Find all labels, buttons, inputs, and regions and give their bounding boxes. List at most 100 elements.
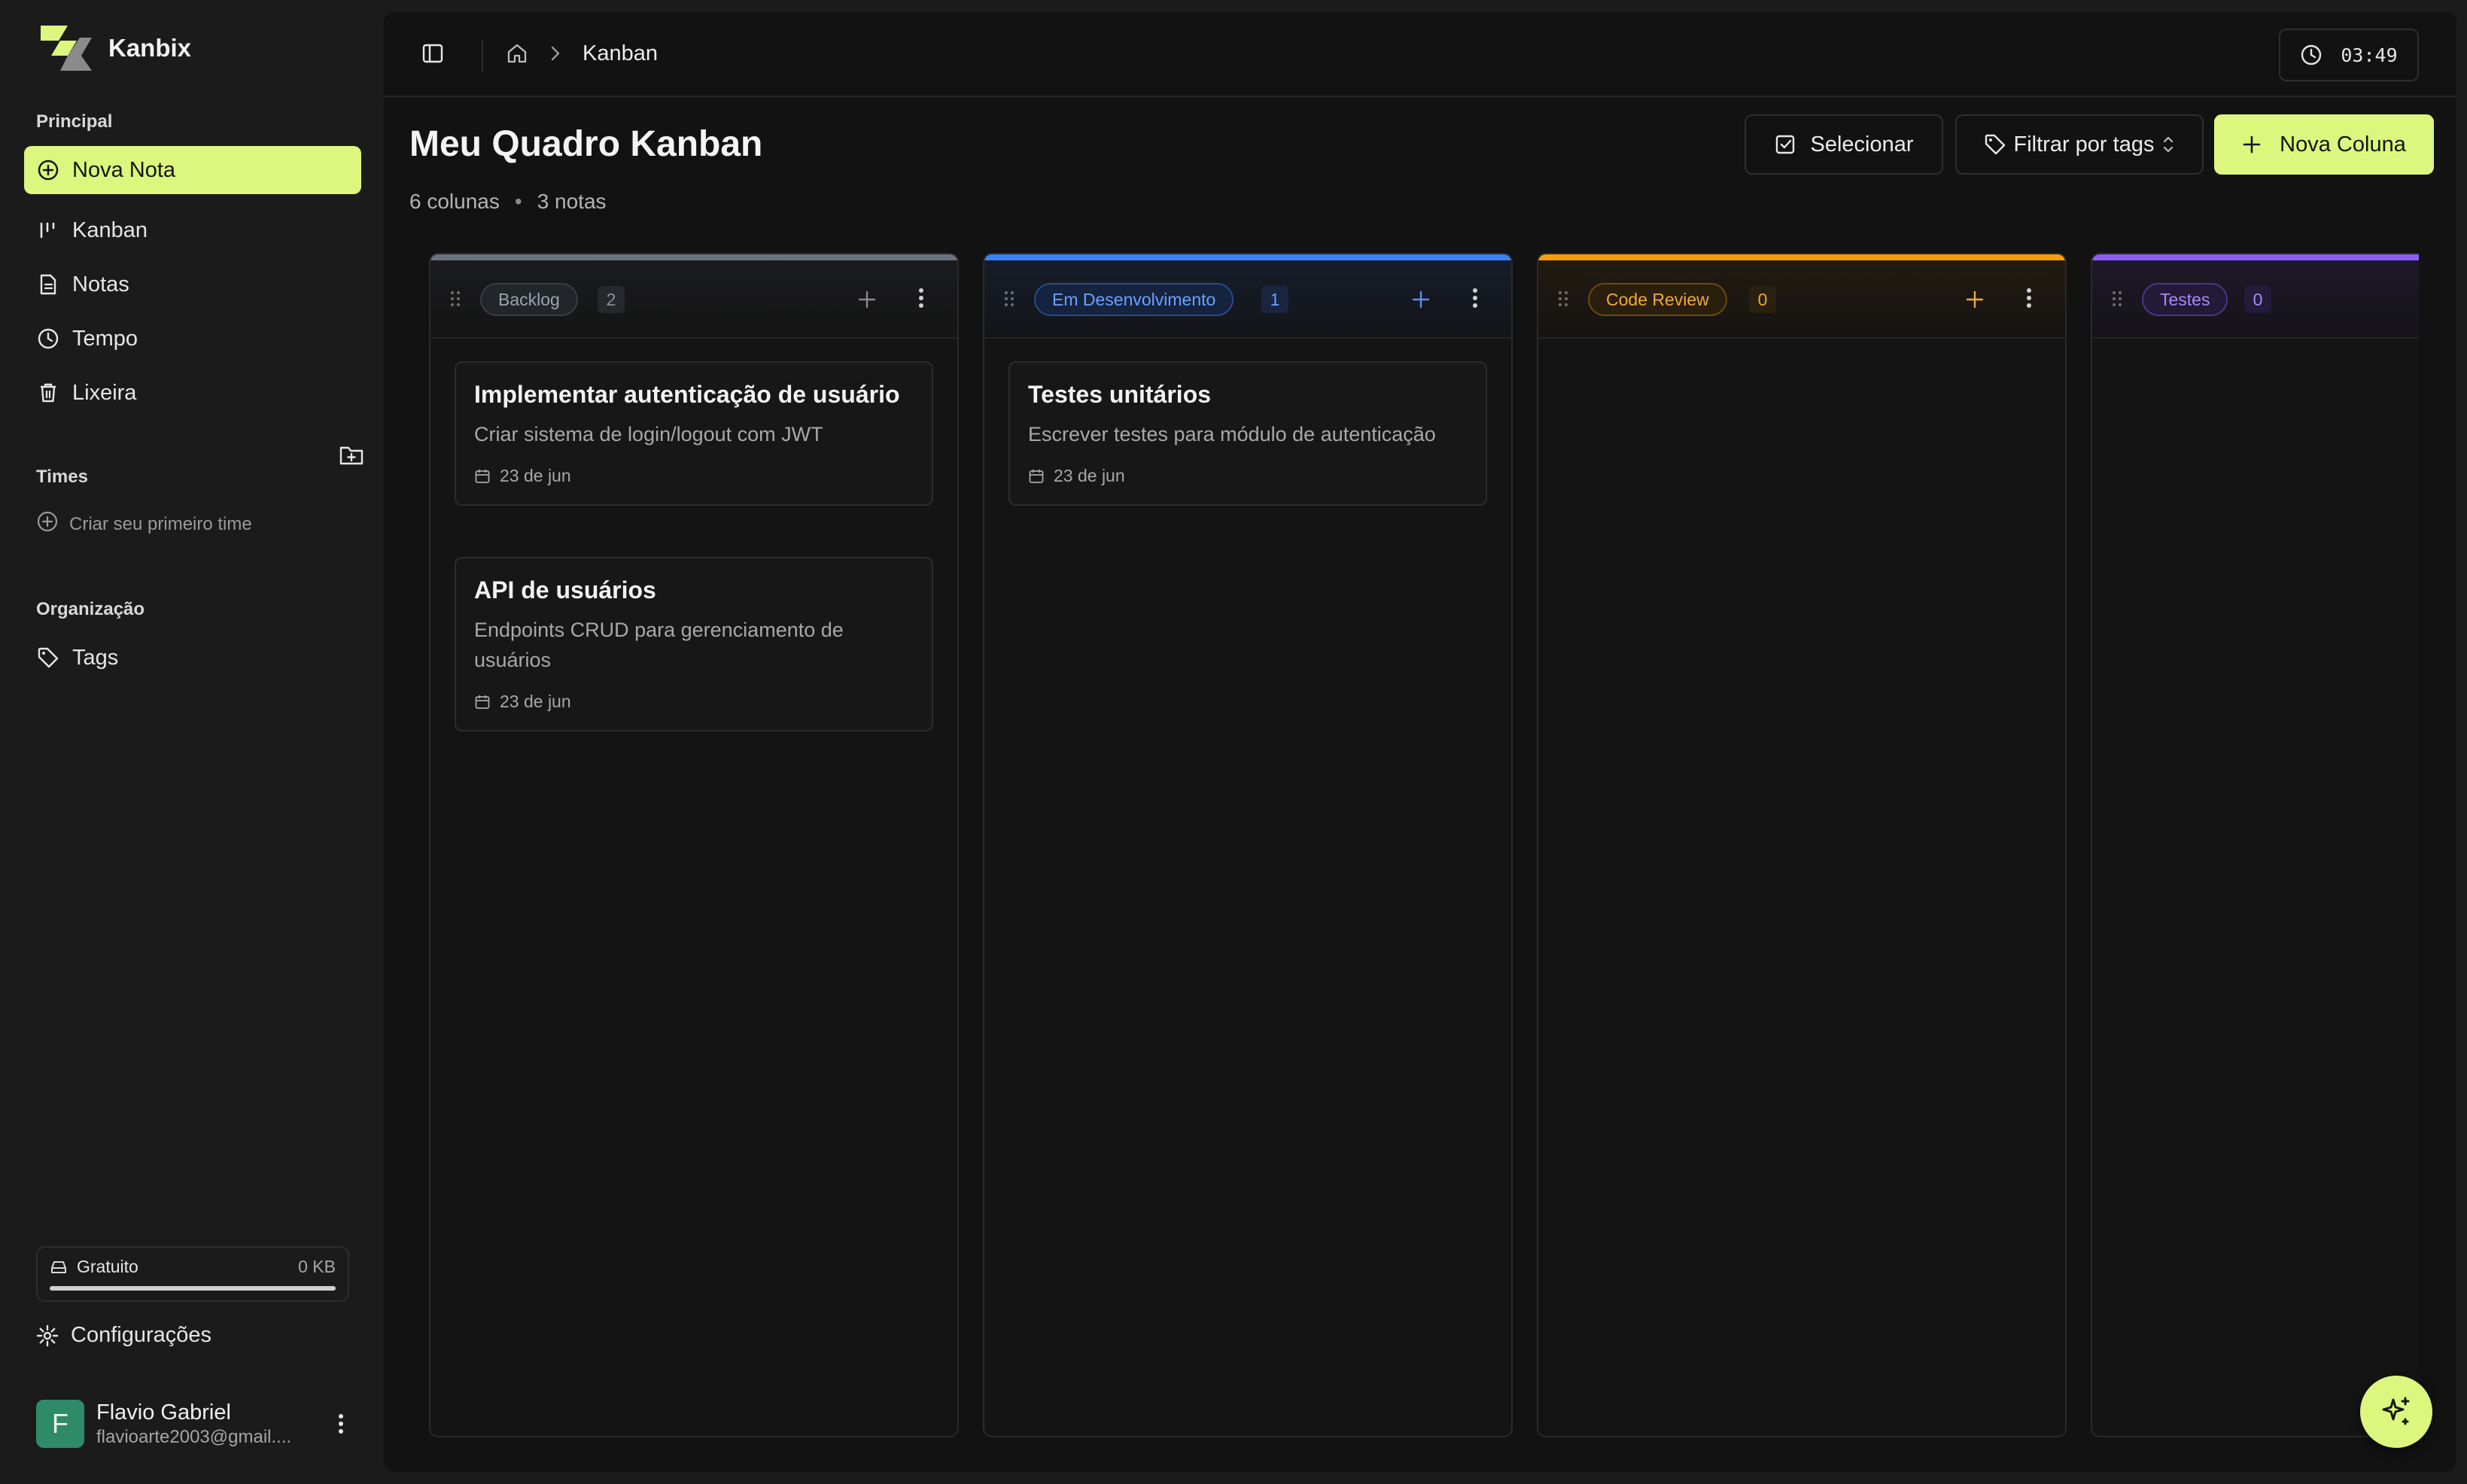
drag-handle-icon[interactable] [1004,290,1014,311]
calendar-icon [474,694,491,710]
nav-nova-nota[interactable]: Nova Nota [24,146,361,194]
add-card-icon[interactable] [1964,289,1985,314]
column-title[interactable]: Code Review [1588,283,1727,316]
select-label: Selecionar [1810,132,1913,157]
create-team-label: Criar seu primeiro time [69,514,252,535]
kanbix-logo-icon [38,23,95,74]
column-count-badge: 0 [1749,286,1776,313]
drag-handle-icon[interactable] [1558,290,1568,311]
column-color-bar [2092,254,2419,260]
filter-tags-button[interactable]: Filtrar por tags [1955,114,2204,175]
note-card[interactable]: Implementar autenticação de usuário Cria… [455,361,933,506]
user-profile[interactable]: F Flavio Gabriel flavioarte2003@gmail...… [36,1398,352,1449]
brand[interactable]: Kanbix [38,23,191,74]
add-card-icon[interactable] [1410,289,1431,314]
main-panel: Kanban 03:49 Meu Quadro Kanban 6 colunas… [384,12,2456,1472]
column-title[interactable]: Em Desenvolvimento [1034,283,1234,316]
more-vertical-icon[interactable] [918,287,924,312]
board-stats: 6 colunas • 3 notas [409,190,607,214]
note-card[interactable]: API de usuários Endpoints CRUD para gere… [455,557,933,731]
nav-label: Kanban [72,218,148,243]
sparkle-icon [2378,1394,2414,1430]
card-date-label: 23 de jun [1054,466,1125,486]
more-vertical-icon[interactable] [330,1409,352,1439]
more-vertical-icon[interactable] [1472,287,1478,312]
topbar: Kanban 03:49 [384,12,2456,97]
column-code-review: Code Review 0 [1537,253,2067,1437]
drag-handle-icon[interactable] [2112,290,2122,311]
create-team-link[interactable]: Criar seu primeiro time [36,510,252,538]
column-color-bar [984,254,1511,260]
ai-assistant-button[interactable] [2360,1376,2432,1448]
card-description: Criar sistema de login/logout com JWT [474,419,914,449]
trash-icon [36,381,60,405]
more-vertical-icon[interactable] [2026,287,2032,312]
section-label-times: Times [36,467,88,488]
storage-usage[interactable]: Gratuito 0 KB [36,1246,349,1302]
column-header: Code Review 0 [1538,260,2065,339]
column-em-desenvolvimento: Em Desenvolvimento 1 Testes unitários Es… [983,253,1513,1437]
nav-kanban[interactable]: Kanban [24,206,361,254]
nav-label: Notas [72,272,129,297]
gear-icon [36,1324,59,1347]
kanban-icon [36,218,60,242]
column-testes: Testes 0 [2091,253,2419,1437]
nav-tempo[interactable]: Tempo [24,315,361,363]
timer-display[interactable]: 03:49 [2279,29,2419,81]
breadcrumb-current[interactable]: Kanban [583,41,658,66]
folder-add-icon[interactable] [339,444,364,470]
separator-dot: • [515,190,522,214]
card-date: 23 de jun [474,466,914,486]
nav-tags[interactable]: Tags [24,634,361,682]
add-card-icon[interactable] [856,289,878,314]
nav-notas[interactable]: Notas [24,260,361,309]
new-column-button[interactable]: Nova Coluna [2214,114,2434,175]
storage-plan: Gratuito [77,1257,138,1277]
avatar: F [36,1400,84,1448]
clock-icon [36,327,60,351]
plus-circle-icon [36,158,60,182]
drag-handle-icon[interactable] [450,290,461,311]
nav-label: Tempo [72,327,138,351]
calendar-icon [474,468,491,485]
plus-circle-icon [36,510,59,538]
column-header: Backlog 2 [430,260,957,339]
new-column-label: Nova Coluna [2280,132,2406,157]
card-date-label: 23 de jun [500,466,571,486]
sidebar-toggle-icon[interactable] [421,42,444,68]
settings-link[interactable]: Configurações [36,1323,211,1348]
settings-label: Configurações [71,1323,211,1348]
app-name: Kanbix [108,34,191,62]
nav-label: Lixeira [72,381,136,406]
note-card[interactable]: Testes unitários Escrever testes para mó… [1008,361,1487,506]
note-icon [36,272,60,296]
card-date-label: 23 de jun [500,692,571,712]
columns-count: 6 colunas [409,190,500,214]
user-email: flavioarte2003@gmail.... [96,1427,330,1448]
filter-label: Filtrar por tags [2014,132,2155,157]
clock-icon [2300,44,2323,66]
column-title[interactable]: Testes [2142,283,2228,316]
page-title: Meu Quadro Kanban [409,123,762,165]
card-description: Endpoints CRUD para gerenciamento de usu… [474,615,914,675]
column-count-badge: 2 [598,286,625,313]
storage-icon [50,1259,68,1276]
card-title: Testes unitários [1028,381,1468,409]
timer-value: 03:49 [2341,44,2397,66]
kanban-board: Backlog 2 Implementar autenticação de us… [421,253,2419,1452]
notes-count: 3 notas [537,190,607,214]
nav-lixeira[interactable]: Lixeira [24,369,361,417]
card-title: Implementar autenticação de usuário [474,381,914,409]
chevron-right-icon [549,45,561,65]
user-name: Flavio Gabriel [96,1400,330,1425]
home-icon[interactable] [506,42,528,68]
column-backlog: Backlog 2 Implementar autenticação de us… [429,253,959,1437]
select-button[interactable]: Selecionar [1745,114,1943,175]
storage-progress-bar [50,1286,336,1291]
column-header: Em Desenvolvimento 1 [984,260,1511,339]
column-count-badge: 0 [2244,286,2271,313]
section-label-organizacao: Organização [36,599,144,620]
storage-used: 0 KB [298,1257,336,1277]
nav-label: Tags [72,646,118,671]
column-title[interactable]: Backlog [480,283,578,316]
